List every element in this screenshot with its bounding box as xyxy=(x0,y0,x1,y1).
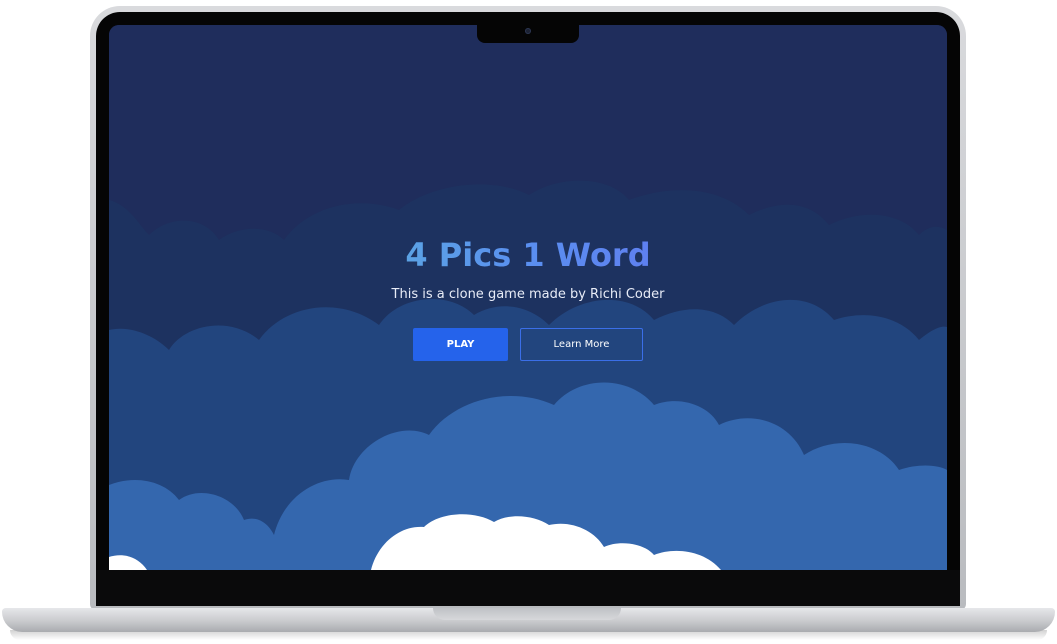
page-subtitle: This is a clone game made by Richi Coder xyxy=(391,287,665,302)
page-title: 4 Pics 1 Word xyxy=(109,235,947,275)
screen-chin xyxy=(96,570,960,606)
laptop-thumb-notch xyxy=(433,608,621,620)
learn-more-button[interactable]: Learn More xyxy=(520,328,643,361)
hero-section: 4 Pics 1 Word This is a clone game made … xyxy=(109,235,947,361)
action-buttons: PLAY Learn More xyxy=(109,328,947,361)
camera-notch xyxy=(477,22,579,43)
camera-icon xyxy=(525,28,531,34)
app-screen: 4 Pics 1 Word This is a clone game made … xyxy=(109,25,947,570)
laptop-mockup: 4 Pics 1 Word This is a clone game made … xyxy=(0,0,1057,644)
play-button[interactable]: PLAY xyxy=(413,328,508,361)
